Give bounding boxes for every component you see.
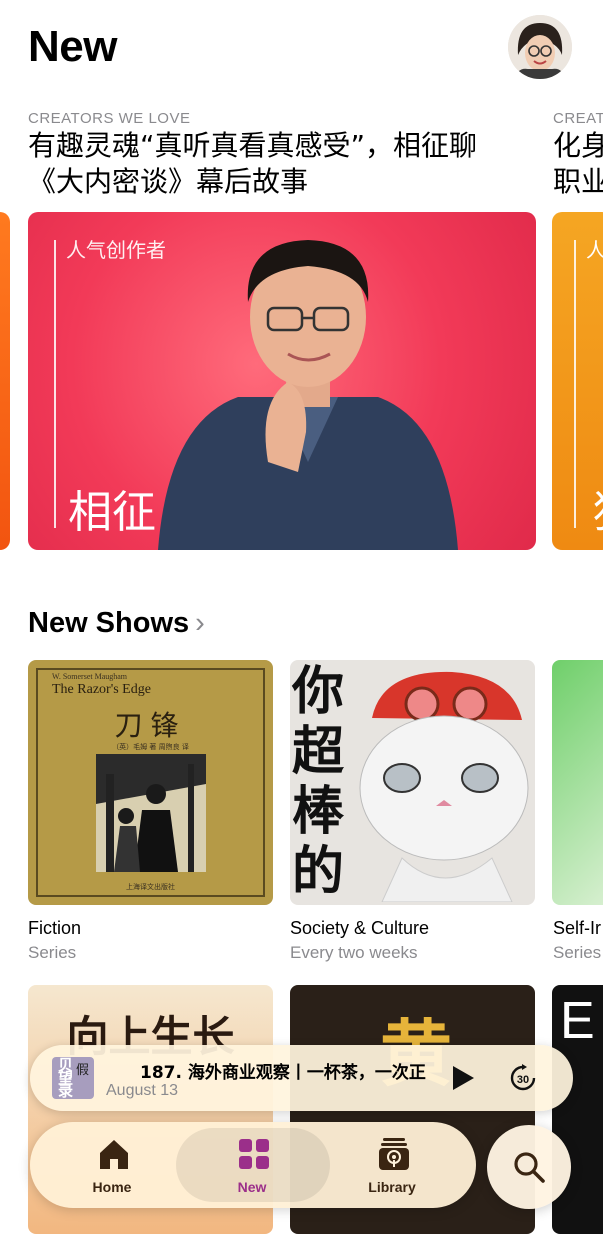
cover-title-cn: 你超棒的 — [292, 662, 345, 902]
chevron-right-icon: › — [195, 607, 205, 639]
featured-headline-next-line1: 化身 — [553, 129, 603, 162]
grid-icon — [239, 1139, 269, 1169]
cover-credit: （英）毛姆 著 周煦良 译 — [112, 743, 189, 751]
artwork-text: 贝望录 — [58, 1057, 74, 1099]
library-icon — [379, 1138, 409, 1170]
tab-home[interactable]: Home — [52, 1122, 172, 1208]
cover-author: W. Somerset Maugham — [52, 672, 128, 681]
featured-card-next-tag: 人 — [586, 238, 603, 262]
play-icon[interactable] — [450, 1064, 476, 1092]
now-playing-title: 187. 海外商业观察丨一杯茶，一次正 — [140, 1063, 426, 1083]
show-tile-fiction[interactable]: W. Somerset Maugham The Razor's Edge 刀锋 … — [28, 660, 273, 905]
search-button[interactable] — [487, 1125, 571, 1209]
featured-headline-next-line2: 职业 — [553, 165, 603, 198]
featured-headline-line2: 《大内密谈》幕后故事 — [28, 165, 309, 198]
tab-label: Home — [92, 1179, 132, 1195]
mini-player-artwork: 贝望录 假 — [52, 1057, 94, 1099]
show-tile-row2[interactable]: E — [552, 985, 603, 1234]
new-shows-title: New Shows — [28, 607, 190, 639]
tab-bar: Home New Library — [30, 1122, 476, 1208]
show-frequency: Every two weeks — [290, 943, 418, 962]
cover-cat-illustration — [359, 671, 529, 902]
featured-card-prev[interactable] — [0, 212, 10, 550]
now-playing-date: August 13 — [106, 1082, 179, 1099]
cover-illustration — [96, 754, 206, 872]
show-genre: Society & Culture — [290, 918, 430, 938]
tab-new[interactable]: New — [192, 1122, 312, 1208]
artwork-text-2: 假 — [76, 1063, 90, 1078]
tab-label: Library — [368, 1179, 416, 1195]
search-icon — [514, 1152, 545, 1183]
featured-eyebrow: CREATORS WE LOVE — [28, 110, 191, 127]
show-tile-society-culture[interactable]: 你超棒的 — [290, 660, 535, 905]
cover-title-cn: 刀锋 — [114, 709, 187, 742]
featured-headline[interactable]: 有趣灵魂“真听真看真感受”，相征聊 《大内密谈》幕后故事 — [28, 128, 477, 200]
new-shows-header[interactable]: New Shows › — [28, 607, 205, 640]
featured-headline-line1: 有趣灵魂“真听真看真感受”，相征聊 — [28, 129, 478, 162]
skip-forward-30-icon[interactable]: 30 — [508, 1063, 538, 1093]
cover-title-en: The Razor's Edge — [52, 682, 151, 697]
cover-publisher: 上海译文出版社 — [126, 883, 175, 891]
profile-avatar[interactable] — [508, 15, 572, 79]
show-frequency: Series — [28, 943, 77, 962]
svg-text:30: 30 — [517, 1074, 529, 1086]
featured-headline-next[interactable]: 化身 职业 — [553, 128, 603, 200]
home-icon — [100, 1140, 128, 1169]
avatar-image — [508, 15, 572, 79]
show-tile-self-improvement[interactable] — [552, 660, 603, 905]
show-genre: Fiction — [28, 918, 82, 938]
featured-card-next-divider — [574, 240, 576, 528]
featured-card-name: 相征 — [68, 487, 156, 538]
tab-library[interactable]: Library — [332, 1122, 452, 1208]
cover-title: E — [560, 992, 595, 1050]
creator-portrait — [158, 240, 458, 550]
featured-card-next-name: 狂 — [592, 476, 603, 540]
mini-player[interactable]: 贝望录 假 187. 海外商业观察丨一杯茶，一次正 August 13 30 — [30, 1045, 573, 1111]
show-genre: Self-Ir — [553, 918, 602, 938]
featured-card-divider — [54, 240, 56, 528]
featured-card-next[interactable]: 人 狂 — [552, 212, 603, 550]
show-frequency: Series — [553, 943, 602, 962]
featured-card[interactable]: 人气创作者 相征 — [28, 212, 536, 550]
featured-eyebrow-next: CREAT — [553, 110, 603, 127]
page-title: New — [28, 22, 117, 71]
tab-label: New — [237, 1179, 267, 1195]
